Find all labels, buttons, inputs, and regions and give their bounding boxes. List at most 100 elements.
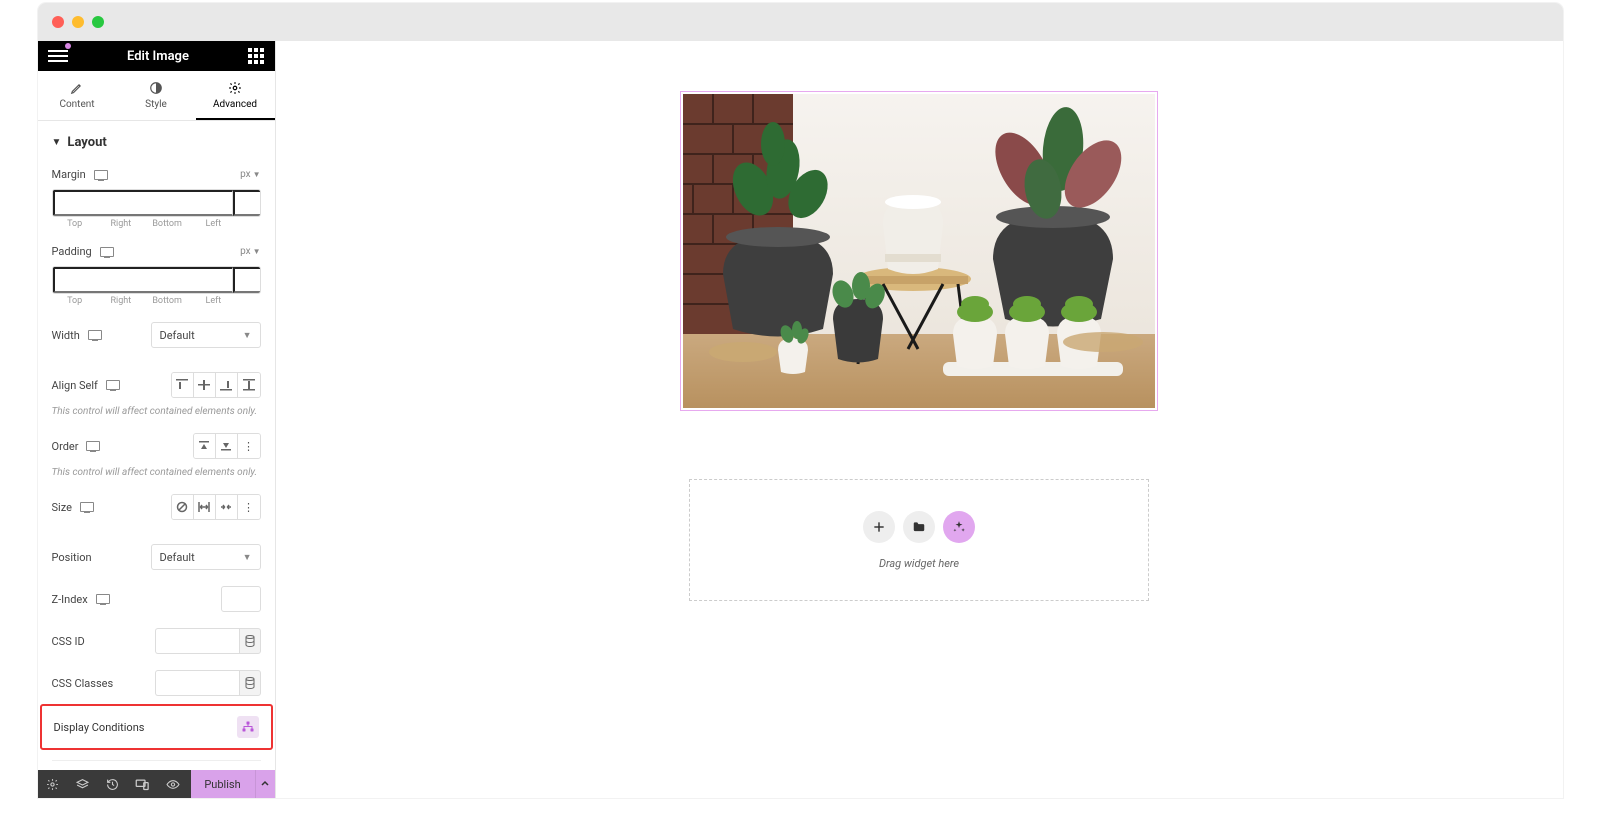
history-icon: [106, 778, 119, 791]
z-index-input[interactable]: [221, 586, 261, 612]
row-order: Order ⋮: [52, 425, 261, 467]
close-window-button[interactable]: [52, 16, 64, 28]
preview-button[interactable]: [158, 770, 188, 798]
responsive-icon[interactable]: [106, 380, 120, 390]
database-icon: [245, 677, 255, 689]
row-align-self: Align Self: [52, 356, 261, 406]
sidebar-header: Edit Image: [38, 41, 275, 71]
order-end-button[interactable]: [216, 434, 238, 458]
devices-icon: [135, 778, 150, 791]
row-width: Width Default ▼: [52, 314, 261, 356]
publish-button[interactable]: Publish: [191, 770, 255, 798]
pencil-icon: [70, 81, 84, 95]
css-classes-label: CSS Classes: [52, 677, 114, 690]
css-id-dynamic-button[interactable]: [239, 628, 261, 654]
responsive-mode-button[interactable]: [128, 770, 158, 798]
caret-down-icon: ▼: [52, 137, 62, 148]
plus-icon: [872, 520, 886, 534]
image-placeholder: [683, 94, 1155, 408]
dropzone-text: Drag widget here: [879, 557, 959, 570]
align-self-label: Align Self: [52, 379, 98, 392]
database-icon: [245, 635, 255, 647]
display-conditions-button[interactable]: [237, 716, 259, 738]
z-index-label: Z-Index: [52, 593, 88, 606]
ai-generate-button[interactable]: [943, 511, 975, 543]
order-hint: This control will affect contained eleme…: [52, 467, 261, 486]
order-start-button[interactable]: [194, 434, 216, 458]
responsive-icon[interactable]: [86, 441, 100, 451]
css-classes-input[interactable]: [155, 670, 239, 696]
sitemap-icon: [242, 721, 254, 733]
tab-content[interactable]: Content: [38, 71, 117, 120]
size-label: Size: [52, 501, 72, 514]
display-conditions-highlight: Display Conditions: [40, 704, 273, 750]
align-self-buttons: [171, 372, 261, 398]
maximize-window-button[interactable]: [92, 16, 104, 28]
responsive-icon[interactable]: [96, 594, 110, 604]
section-layout[interactable]: ▼ Layout: [52, 121, 261, 160]
size-shrink-button[interactable]: [216, 495, 238, 519]
size-none-button[interactable]: [172, 495, 194, 519]
row-size: Size ⋮: [52, 486, 261, 528]
size-more-button[interactable]: ⋮: [238, 495, 260, 519]
align-end-button[interactable]: [216, 373, 238, 397]
widgets-button[interactable]: [248, 48, 264, 64]
padding-right-input[interactable]: [233, 267, 261, 293]
add-widget-button[interactable]: [863, 511, 895, 543]
margin-right-input[interactable]: [233, 190, 261, 216]
menu-button[interactable]: [48, 46, 68, 66]
padding-top-input[interactable]: [53, 267, 233, 293]
responsive-icon[interactable]: [100, 247, 114, 257]
gear-icon: [228, 81, 242, 95]
responsive-icon[interactable]: [94, 170, 108, 180]
padding-label: Padding: [52, 245, 92, 258]
contrast-icon: [149, 81, 163, 95]
chevron-up-icon: [260, 779, 270, 789]
css-id-label: CSS ID: [52, 635, 85, 648]
responsive-icon[interactable]: [88, 330, 102, 340]
publish-options-button[interactable]: [255, 770, 275, 798]
image-widget[interactable]: [680, 91, 1158, 411]
display-conditions-label: Display Conditions: [54, 721, 145, 734]
history-button[interactable]: [98, 770, 128, 798]
margin-top-input[interactable]: [53, 190, 233, 216]
order-buttons: ⋮: [193, 433, 261, 459]
panel-title: Edit Image: [127, 49, 189, 64]
sparkle-icon: [952, 520, 966, 534]
align-start-button[interactable]: [172, 373, 194, 397]
tab-advanced[interactable]: Advanced: [196, 71, 275, 120]
settings-button[interactable]: [38, 770, 68, 798]
navigator-button[interactable]: [68, 770, 98, 798]
add-template-button[interactable]: [903, 511, 935, 543]
row-position: Position Default ▼: [52, 528, 261, 578]
margin-unit[interactable]: px ▼: [240, 169, 260, 180]
size-grow-button[interactable]: [194, 495, 216, 519]
row-z-index: Z-Index: [52, 578, 261, 620]
margin-side-labels: TopRightBottomLeft: [52, 219, 261, 229]
caret-down-icon: ▼: [243, 552, 252, 563]
css-id-input[interactable]: [155, 628, 239, 654]
layers-icon: [76, 778, 89, 791]
padding-side-labels: TopRightBottomLeft: [52, 296, 261, 306]
width-select[interactable]: Default ▼: [151, 322, 261, 348]
responsive-icon[interactable]: [80, 502, 94, 512]
window-titlebar: [38, 3, 1563, 41]
css-classes-dynamic-button[interactable]: [239, 670, 261, 696]
section-motion-effects[interactable]: ▶ Motion Effects: [52, 760, 261, 770]
caret-down-icon: ▼: [253, 170, 261, 179]
padding-unit[interactable]: px ▼: [240, 246, 260, 257]
editor-canvas[interactable]: Drag widget here: [276, 41, 1563, 798]
minimize-window-button[interactable]: [72, 16, 84, 28]
widget-dropzone[interactable]: Drag widget here: [689, 479, 1149, 601]
tab-style[interactable]: Style: [117, 71, 196, 120]
position-label: Position: [52, 551, 92, 564]
folder-icon: [912, 520, 926, 534]
order-more-button[interactable]: ⋮: [238, 434, 260, 458]
align-stretch-button[interactable]: [238, 373, 260, 397]
eye-icon: [166, 778, 180, 791]
margin-label: Margin: [52, 168, 86, 181]
size-buttons: ⋮: [171, 494, 261, 520]
align-center-button[interactable]: [194, 373, 216, 397]
position-select[interactable]: Default ▼: [151, 544, 261, 570]
row-display-conditions: Display Conditions: [54, 716, 259, 738]
